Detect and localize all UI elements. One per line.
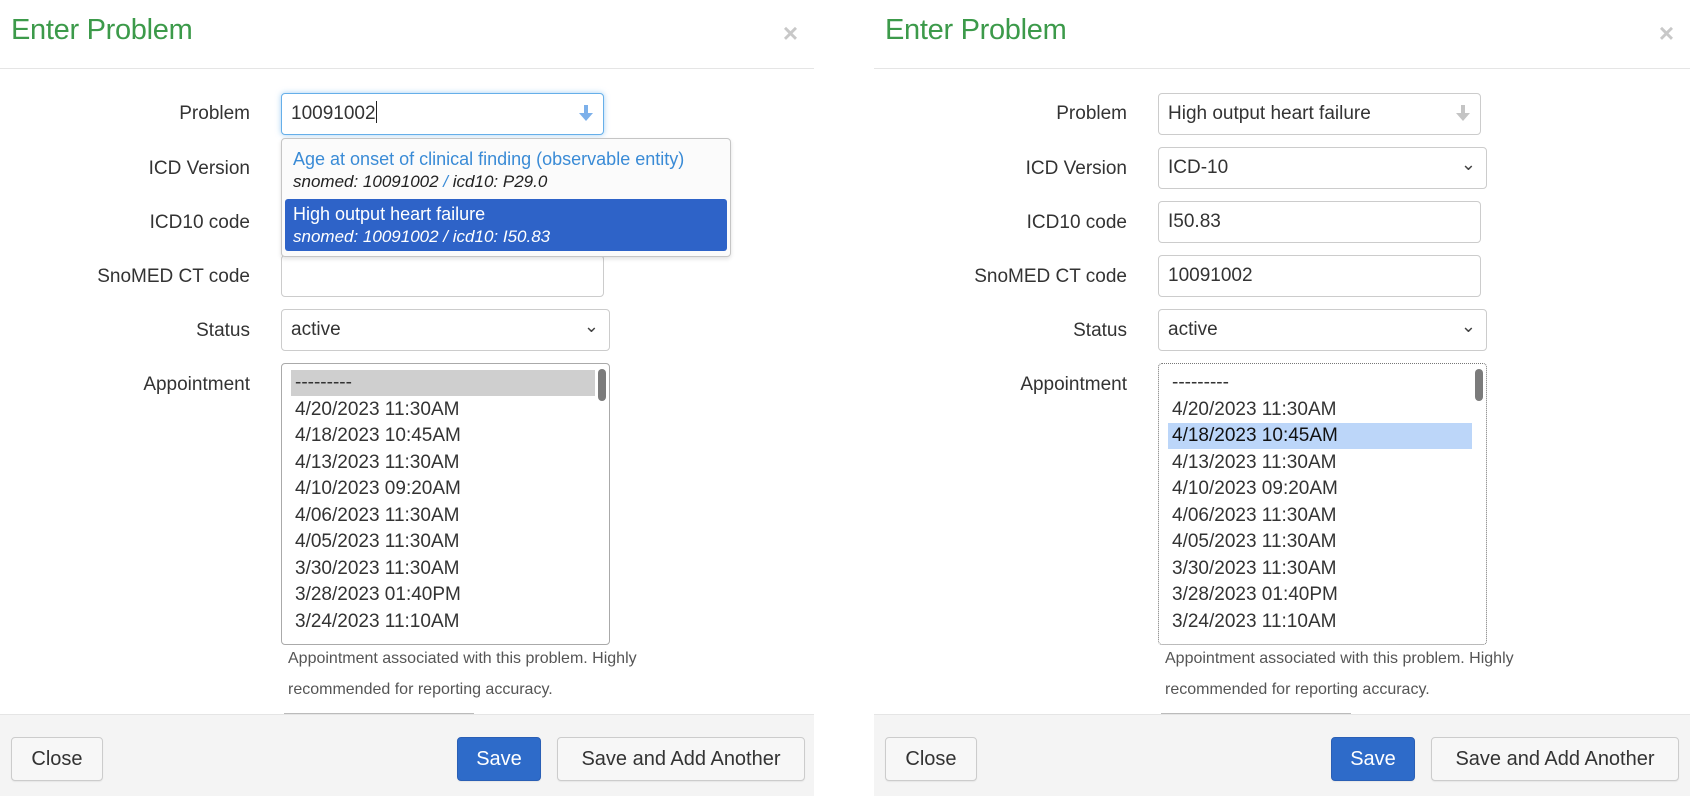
text-caret [375,101,377,123]
dialog-header: Enter Problem × [0,0,814,69]
status-label: Status [196,320,250,341]
appointment-listbox[interactable]: --------- 4/20/2023 11:30AM 4/18/2023 10:4… [281,363,610,645]
appointment-option[interactable]: 3/28/2023 01:40PM [291,582,595,608]
appointment-option[interactable]: 4/06/2023 11:30AM [291,503,595,529]
appointment-option[interactable]: 3/28/2023 01:40PM [1168,582,1472,608]
appointment-option[interactable]: --------- [291,370,595,396]
icd10-code-label: ICD10 code [149,212,250,233]
appointment-option[interactable]: 4/18/2023 10:45AM [291,423,595,449]
appointment-help-text: Appointment associated with this problem… [1165,650,1514,698]
problem-autocomplete-input[interactable]: 10091002 [281,93,604,135]
suggestion-item-highlighted[interactable]: High output heart failure snomed: 100910… [285,199,727,251]
appointment-label: Appointment [143,374,250,395]
suggestion-codes: snomed: 10091002 / icd10: P29.0 [293,172,548,191]
dialog-title: Enter Problem [885,14,1067,46]
problem-label: Problem [1056,103,1127,124]
appointment-label: Appointment [1020,374,1127,395]
chevron-down-icon: ⌄ [583,316,599,336]
close-button[interactable]: Close [11,737,103,781]
arrow-down-icon[interactable] [579,103,593,123]
problem-suggestions-dropdown: Age at onset of clinical finding (observ… [281,138,731,257]
save-and-add-another-button[interactable]: Save and Add Another [557,737,805,781]
suggestion-name: Age at onset of clinical finding (observ… [293,149,685,169]
arrow-down-icon[interactable] [1456,103,1470,123]
chevron-down-icon: ⌄ [1460,316,1476,336]
problem-input-value: 10091002 [291,103,376,124]
icd-version-label: ICD Version [1025,158,1127,179]
snomed-code-label: SnoMED CT code [974,266,1127,287]
dialog-title: Enter Problem [11,14,193,46]
close-icon[interactable]: × [783,20,798,46]
save-button[interactable]: Save [1331,737,1415,781]
problem-autocomplete-input[interactable]: High output heart failure [1158,93,1481,135]
icd10-code-label: ICD10 code [1026,212,1127,233]
appointment-option[interactable]: 4/05/2023 11:30AM [291,529,595,555]
suggestion-codes: snomed: 10091002 / icd10: I50.83 [293,227,551,246]
appointment-option[interactable]: 4/10/2023 09:20AM [291,476,595,502]
close-button[interactable]: Close [885,737,977,781]
appointment-option[interactable]: 3/24/2023 11:10AM [1168,609,1472,635]
enter-problem-dialog-left: Enter Problem × Problem 10091002 Age at … [0,0,814,812]
status-select[interactable]: active ⌄ [281,309,610,351]
enter-problem-dialog-right: Enter Problem × Problem High output hear… [874,0,1690,812]
appointment-option[interactable]: 4/20/2023 11:30AM [1168,397,1472,423]
status-select[interactable]: active ⌄ [1158,309,1487,351]
problem-input-value: High output heart failure [1168,103,1371,124]
chevron-down-icon: ⌄ [1460,154,1476,174]
appointment-option[interactable]: 4/05/2023 11:30AM [1168,529,1472,555]
snomed-code-input[interactable] [281,255,604,297]
appointment-option[interactable]: 4/06/2023 11:30AM [1168,503,1472,529]
close-icon[interactable]: × [1659,20,1674,46]
suggestion-name: High output heart failure [293,204,486,224]
icd-version-label: ICD Version [148,158,250,179]
status-label: Status [1073,320,1127,341]
appointment-option-partial [1168,635,1472,641]
save-and-add-another-button[interactable]: Save and Add Another [1431,737,1679,781]
appointment-option[interactable]: 3/30/2023 11:30AM [1168,556,1472,582]
dialog-footer: Close Save Save and Add Another [0,714,814,796]
appointment-option[interactable]: --------- [1168,370,1472,396]
dialog-header: Enter Problem × [874,0,1690,69]
appointment-option[interactable]: 3/30/2023 11:30AM [291,556,595,582]
suggestion-item[interactable]: Age at onset of clinical finding (observ… [285,144,727,196]
scrollbar-thumb[interactable] [598,369,606,401]
appointment-option[interactable]: 3/24/2023 11:10AM [291,609,595,635]
dialog-footer: Close Save Save and Add Another [874,714,1690,796]
icd-version-select[interactable]: ICD-10 ⌄ [1158,147,1487,189]
snomed-code-label: SnoMED CT code [97,266,250,287]
appointment-listbox[interactable]: --------- 4/20/2023 11:30AM 4/18/2023 10:4… [1158,363,1487,645]
dialog-separator [814,0,874,812]
icd10-code-input[interactable]: I50.83 [1158,201,1481,243]
save-button[interactable]: Save [457,737,541,781]
appointment-option[interactable]: 4/13/2023 11:30AM [1168,450,1472,476]
appointment-option[interactable]: 4/13/2023 11:30AM [291,450,595,476]
scrollbar-thumb[interactable] [1475,369,1483,401]
appointment-option[interactable]: 4/20/2023 11:30AM [291,397,595,423]
appointment-option[interactable]: 4/10/2023 09:20AM [1168,476,1472,502]
appointment-option-partial [291,635,595,641]
appointment-option[interactable]: 4/18/2023 10:45AM [1168,423,1472,449]
problem-label: Problem [179,103,250,124]
snomed-code-input[interactable]: 10091002 [1158,255,1481,297]
appointment-help-text: Appointment associated with this problem… [288,650,637,698]
